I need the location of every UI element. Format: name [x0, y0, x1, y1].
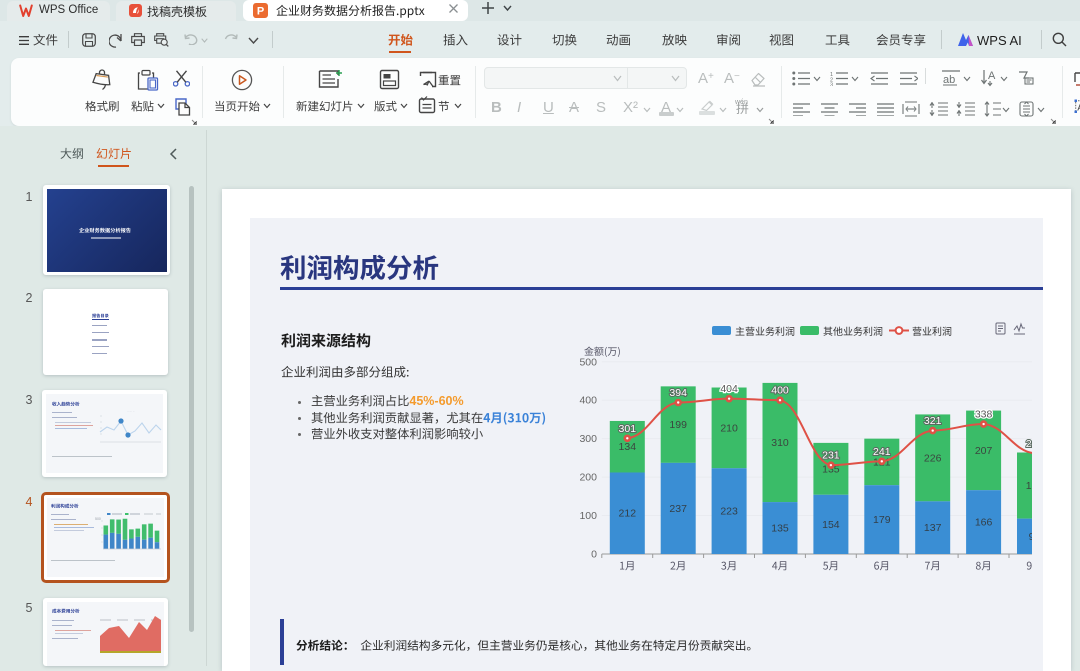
svg-text:P: P — [257, 6, 264, 18]
svg-text:137: 137 — [924, 522, 942, 534]
svg-text:154: 154 — [822, 519, 840, 531]
svg-text:A: A — [988, 70, 996, 82]
svg-text:179: 179 — [873, 514, 891, 526]
svg-text:200: 200 — [579, 472, 597, 484]
svg-text:400: 400 — [771, 385, 789, 397]
svg-text:237: 237 — [669, 503, 687, 515]
svg-text:394: 394 — [669, 387, 687, 399]
svg-text:135: 135 — [771, 523, 789, 535]
svg-text:223: 223 — [720, 506, 738, 518]
svg-text:100: 100 — [579, 510, 597, 522]
svg-text:92: 92 — [1029, 531, 1034, 543]
svg-text:226: 226 — [924, 452, 942, 464]
svg-text:199: 199 — [669, 419, 687, 431]
svg-text:.. ... ..: .. ... .. — [127, 409, 135, 413]
svg-text:0: 0 — [591, 549, 597, 561]
svg-text:166: 166 — [975, 517, 993, 529]
svg-text:404: 404 — [720, 383, 738, 395]
svg-text:500: 500 — [579, 356, 597, 368]
svg-text:400: 400 — [579, 395, 597, 407]
svg-text:321: 321 — [924, 415, 942, 427]
svg-text:172: 172 — [1026, 480, 1034, 492]
svg-text:ab: ab — [943, 74, 955, 86]
svg-text:262: 262 — [1026, 438, 1034, 450]
svg-text:212: 212 — [619, 508, 637, 520]
svg-text:207: 207 — [975, 445, 993, 457]
svg-text:3: 3 — [830, 83, 833, 87]
svg-text:210: 210 — [720, 422, 738, 434]
svg-text:241: 241 — [873, 446, 891, 458]
svg-text:338: 338 — [975, 409, 993, 421]
svg-text:301: 301 — [619, 423, 637, 435]
svg-text:300: 300 — [579, 433, 597, 445]
svg-text:310: 310 — [771, 437, 789, 449]
svg-text:231: 231 — [822, 450, 840, 462]
svg-text:134: 134 — [619, 441, 637, 453]
svg-text:500: 500 — [95, 517, 101, 521]
